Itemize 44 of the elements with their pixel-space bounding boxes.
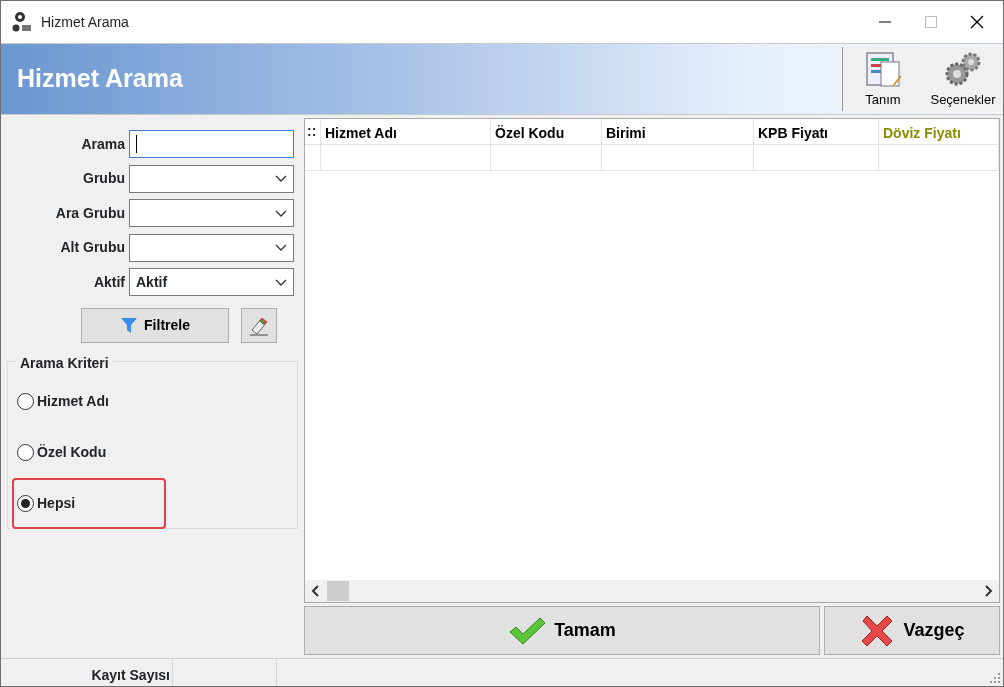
- radio-button[interactable]: [17, 494, 34, 512]
- toolbar-button[interactable]: Seçenekler: [923, 47, 1003, 111]
- dropdown-field[interactable]: Aktif: [129, 268, 294, 297]
- column-header[interactable]: KPB Fiyatı: [754, 119, 879, 144]
- scrollbar[interactable]: [305, 580, 999, 602]
- field-label: Grubu: [82, 169, 126, 189]
- resize-grip-icon: [989, 672, 1000, 683]
- radio-label[interactable]: Hepsi: [37, 492, 76, 514]
- chevron-down-icon: [275, 244, 287, 252]
- clear-button[interactable]: [241, 307, 277, 343]
- chevron-down-icon: [275, 175, 287, 183]
- scroll-thumb[interactable]: [327, 581, 349, 601]
- checkmark-icon: [508, 615, 547, 646]
- dropdown-field[interactable]: [129, 233, 294, 262]
- page-title: Hizmet Arama: [17, 63, 184, 95]
- radio-button[interactable]: [17, 392, 34, 410]
- ok-button[interactable]: Tamam: [304, 606, 820, 655]
- search-field[interactable]: [129, 130, 294, 159]
- cancel-button[interactable]: Vazgeç: [824, 606, 1000, 655]
- field-label: Arama: [80, 134, 126, 154]
- chevron-down-icon: [275, 209, 287, 217]
- column-header[interactable]: Özel Kodu: [491, 119, 602, 144]
- radio-button[interactable]: [17, 443, 34, 461]
- column-header[interactable]: Döviz Fiyatı: [879, 119, 999, 144]
- field-label: Ara Grubu: [54, 203, 126, 223]
- toolbar-button[interactable]: Tanım: [843, 47, 923, 111]
- app-icon: [11, 11, 33, 34]
- field-label: Aktif: [92, 272, 126, 292]
- row-handle[interactable]: ::: [305, 119, 321, 144]
- radio-label[interactable]: Özel Kodu: [37, 441, 107, 463]
- maximize-icon: [924, 16, 937, 28]
- close-icon: [969, 15, 984, 29]
- field-label: Alt Grubu: [59, 238, 126, 258]
- chevron-down-icon: [275, 278, 287, 286]
- column-header[interactable]: Birimi: [602, 119, 754, 144]
- radio-label[interactable]: Hizmet Adı: [37, 390, 109, 412]
- status-label: Kayıt Sayısı: [1, 659, 173, 686]
- filter-button[interactable]: Filtrele: [81, 307, 229, 343]
- dropdown-field[interactable]: [129, 199, 294, 228]
- window-title: Hizmet Arama: [41, 12, 129, 32]
- column-header[interactable]: Hizmet Adı: [321, 119, 491, 144]
- funnel-icon: [120, 316, 139, 334]
- document-icon: [863, 49, 903, 90]
- dropdown-field[interactable]: [129, 164, 294, 193]
